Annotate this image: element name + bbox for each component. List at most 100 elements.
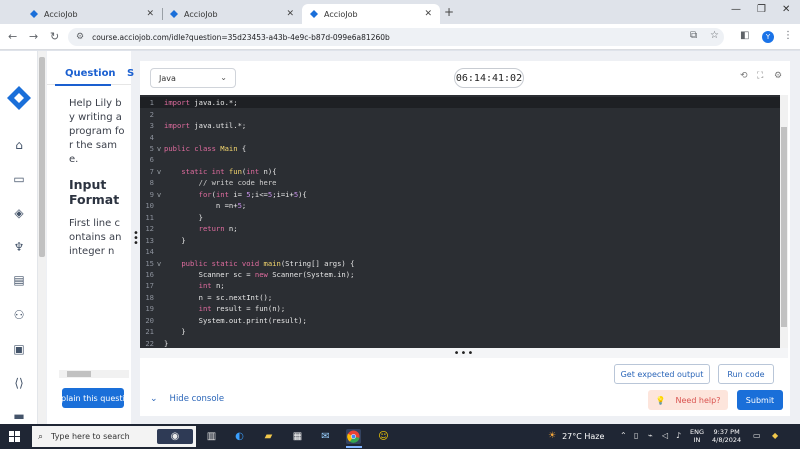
- fold-chevron-icon[interactable]: v: [154, 167, 164, 176]
- fold-chevron-icon[interactable]: v: [154, 259, 164, 268]
- question-hscrollbar[interactable]: [59, 370, 129, 378]
- scrollbar-thumb[interactable]: [39, 57, 45, 257]
- code-line[interactable]: 12 return n;: [140, 223, 780, 234]
- code-token: import: [164, 121, 195, 131]
- minimize-icon[interactable]: —: [731, 4, 741, 15]
- tab-next-partial[interactable]: S: [127, 68, 134, 79]
- chrome-icon[interactable]: [346, 429, 361, 444]
- code-line[interactable]: 10 n =n+ 5;: [140, 200, 780, 211]
- code-line[interactable]: 4: [140, 131, 780, 142]
- chat-icon[interactable]: ▤: [11, 272, 27, 288]
- acciojob-brand-logo-icon[interactable]: [6, 85, 32, 111]
- browser-menu-icon[interactable]: ⋮: [783, 30, 793, 41]
- fullscreen-icon[interactable]: ⛶: [757, 71, 763, 81]
- hide-console-toggle[interactable]: ⌄ Hide console: [150, 394, 224, 404]
- rail-scrollbar[interactable]: [38, 51, 46, 424]
- code-scrollbar[interactable]: [780, 95, 788, 348]
- tray-chevron-icon[interactable]: ⌃: [620, 431, 627, 440]
- close-icon[interactable]: ✕: [424, 9, 432, 19]
- explain-question-button[interactable]: Explain this question: [62, 388, 124, 408]
- code-line[interactable]: 9v for(int i= 5 ;i<= 5 ;i=i+ 5){: [140, 189, 780, 200]
- code-line[interactable]: 6: [140, 154, 780, 165]
- fold-chevron-icon[interactable]: v: [154, 144, 164, 153]
- language-select[interactable]: Java ⌄: [150, 68, 236, 88]
- book-icon[interactable]: ▭: [11, 171, 27, 187]
- code-line[interactable]: 14: [140, 246, 780, 257]
- run-code-button[interactable]: Run code: [718, 364, 774, 384]
- cast-icon[interactable]: ⧉: [690, 30, 697, 41]
- close-icon[interactable]: ✕: [286, 9, 294, 19]
- mail-icon[interactable]: ✉: [318, 429, 333, 444]
- people-icon[interactable]: ⚇: [11, 307, 27, 323]
- code-line[interactable]: 1 import java.io.*;: [140, 97, 780, 109]
- profile-avatar[interactable]: Y: [762, 31, 774, 43]
- notifications-icon[interactable]: ▭: [753, 431, 761, 440]
- layers-icon[interactable]: ◈: [11, 205, 27, 221]
- weather-widget[interactable]: ☀ 27°C Haze: [548, 431, 604, 441]
- code-line[interactable]: 19 int result = fun(n);: [140, 303, 780, 314]
- bookmark-star-icon[interactable]: ☆: [710, 30, 719, 41]
- side-panel-icon[interactable]: ◧: [740, 30, 749, 41]
- code-token: Scanner(System.in);: [272, 269, 355, 279]
- console-resize-handle[interactable]: •••: [140, 348, 788, 359]
- browser-tab-3-active[interactable]: AccioJob ✕: [302, 4, 440, 24]
- code-line[interactable]: 20 System.out.print(result);: [140, 315, 780, 326]
- url-field[interactable]: ⚙ course.acciojob.com/idle?question=35d2…: [68, 28, 724, 46]
- edge-browser-icon[interactable]: ◐: [232, 429, 247, 444]
- fold-chevron-icon[interactable]: v: [154, 190, 164, 199]
- settings-gear-icon[interactable]: ⚙: [774, 71, 782, 81]
- reset-code-icon[interactable]: ⟲: [740, 71, 748, 81]
- code-line[interactable]: 16 Scanner sc = new Scanner(System.in);: [140, 269, 780, 280]
- volume-icon[interactable]: ◁: [662, 431, 668, 440]
- windows-start-icon[interactable]: [9, 431, 20, 442]
- widgets-icon[interactable]: ◆: [772, 431, 778, 440]
- browser-tab-1[interactable]: AccioJob ✕: [22, 4, 162, 24]
- code-line[interactable]: 7v static int fun(int n){: [140, 166, 780, 177]
- speaker-icon[interactable]: ♪: [676, 431, 681, 440]
- code-line[interactable]: 22}: [140, 337, 780, 348]
- snapchat-icon[interactable]: ☺: [376, 429, 391, 444]
- code-line[interactable]: 15 v public static void main (String[] arg…: [140, 257, 780, 268]
- code-line[interactable]: 13 }: [140, 234, 780, 245]
- battery-icon[interactable]: ▯: [634, 431, 638, 440]
- need-help-button[interactable]: 💡 Need help?: [648, 390, 728, 410]
- submit-button[interactable]: Submit: [737, 390, 783, 410]
- home-icon[interactable]: ⌂: [11, 137, 27, 153]
- more-icon[interactable]: ▬: [11, 408, 27, 424]
- get-expected-output-button[interactable]: Get expected output: [614, 364, 710, 384]
- search-highlight-icon[interactable]: ◉: [157, 429, 193, 444]
- file-explorer-icon[interactable]: ▰: [261, 429, 276, 444]
- code-editor[interactable]: 22} 21 } 20 System.out.print(result); 19 in…: [140, 95, 788, 348]
- task-view-icon[interactable]: ▥: [204, 429, 219, 444]
- code-line[interactable]: 18 n = sc.nextInt();: [140, 292, 780, 303]
- code-line[interactable]: 11 }: [140, 212, 780, 223]
- tab-question[interactable]: Question: [65, 68, 116, 79]
- new-tab-icon[interactable]: +: [444, 5, 454, 19]
- scrollbar-thumb[interactable]: [67, 371, 91, 377]
- taskbar-clock[interactable]: 9:37 PM 4/8/2024: [712, 428, 741, 444]
- document-icon[interactable]: ▣: [11, 341, 27, 357]
- close-icon[interactable]: ✕: [146, 9, 154, 19]
- code-line[interactable]: 8 // write code here: [140, 177, 780, 188]
- code-token: ;: [241, 201, 247, 211]
- code-icon[interactable]: ⟨⟩: [11, 375, 27, 391]
- restore-icon[interactable]: ❐: [757, 4, 766, 15]
- window-close-icon[interactable]: ✕: [782, 4, 790, 15]
- code-line[interactable]: 5 v public class Main {: [140, 143, 780, 154]
- back-arrow-icon[interactable]: ←: [8, 30, 17, 43]
- site-settings-icon[interactable]: ⚙: [76, 32, 84, 42]
- trophy-icon[interactable]: ♆: [11, 239, 27, 255]
- code-line[interactable]: 3 import java.util.*;: [140, 120, 780, 131]
- language-indicator[interactable]: ENG IN: [690, 428, 704, 444]
- store-icon[interactable]: ▦: [290, 429, 305, 444]
- code-line[interactable]: 21 }: [140, 326, 780, 337]
- browser-tab-2[interactable]: AccioJob ✕: [162, 4, 302, 24]
- reload-icon[interactable]: ↻: [50, 30, 59, 43]
- scrollbar-thumb[interactable]: [781, 127, 787, 327]
- code-line[interactable]: 17 int n;: [140, 280, 780, 291]
- panel-resize-handle[interactable]: • • •: [133, 229, 139, 249]
- network-icon[interactable]: ⌁: [648, 431, 653, 440]
- forward-arrow-icon[interactable]: →: [29, 30, 38, 43]
- code-line[interactable]: 2: [140, 108, 780, 119]
